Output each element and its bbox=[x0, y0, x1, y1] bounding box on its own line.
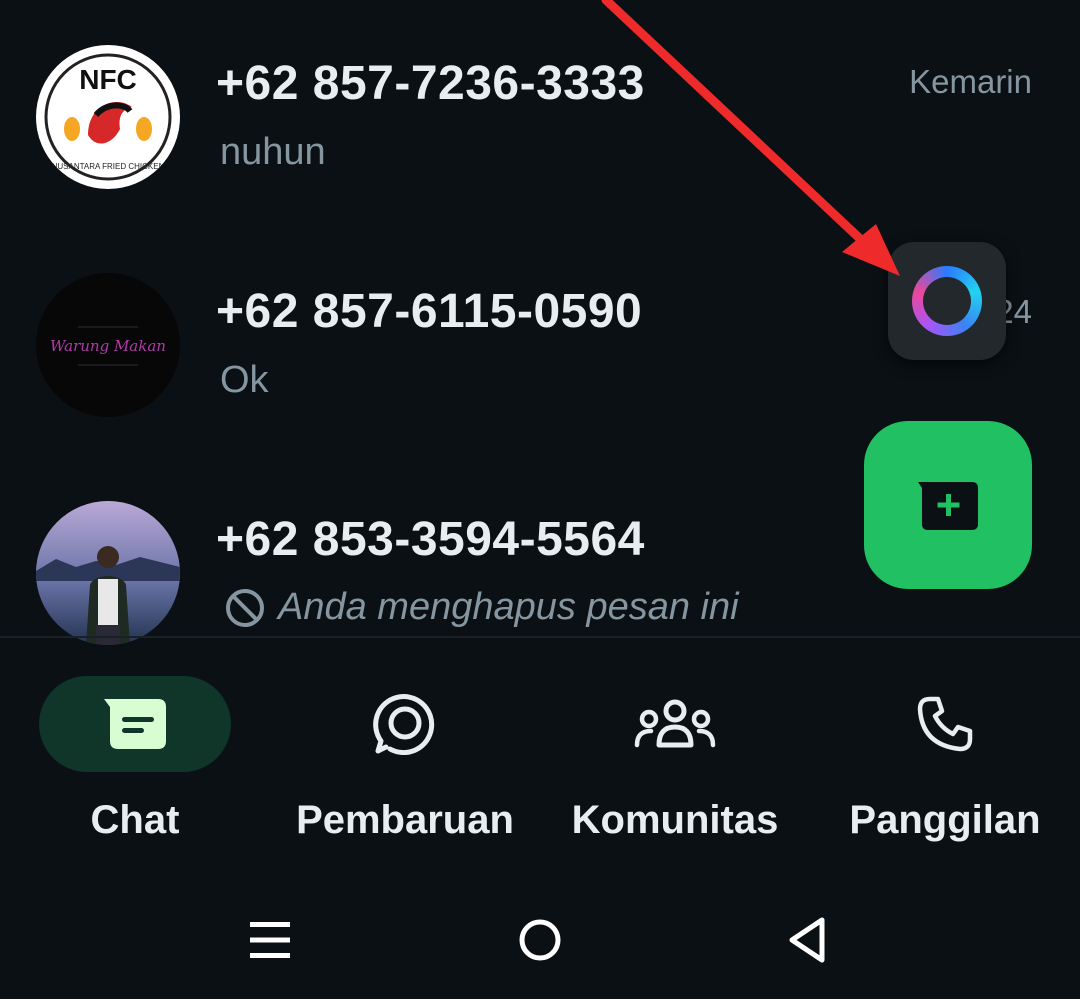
warung-logo-icon: Warung Makan bbox=[36, 273, 180, 417]
avatar[interactable]: Warung Makan bbox=[36, 273, 180, 417]
avatar[interactable] bbox=[36, 501, 180, 645]
nav-item-updates[interactable]: Pembaruan bbox=[270, 676, 540, 843]
chat-row[interactable]: NFC NUSANTARA FRIED CHICKEN +62 857-7236… bbox=[0, 0, 1080, 228]
blocked-icon bbox=[226, 588, 264, 627]
avatar-logo-text: NFC bbox=[79, 64, 137, 95]
nav-item-communities[interactable]: Komunitas bbox=[540, 676, 810, 843]
home-button[interactable] bbox=[506, 906, 574, 974]
nav-item-chat[interactable]: Chat bbox=[0, 676, 270, 843]
back-button[interactable] bbox=[774, 906, 842, 974]
avatar[interactable]: NFC NUSANTARA FRIED CHICKEN bbox=[36, 45, 180, 189]
avatar-logo-subtext: NUSANTARA FRIED CHICKEN bbox=[52, 162, 165, 171]
meta-ai-button[interactable] bbox=[888, 242, 1006, 360]
home-circle-icon bbox=[519, 919, 561, 961]
chat-preview: nuhun bbox=[220, 131, 326, 173]
nav-icon-wrap bbox=[309, 676, 501, 772]
chat-name: +62 857-7236-3333 bbox=[216, 57, 645, 110]
nav-item-calls[interactable]: Panggilan bbox=[810, 676, 1080, 843]
whatsapp-chat-list-screen: NFC NUSANTARA FRIED CHICKEN +62 857-7236… bbox=[0, 0, 1080, 999]
chat-time: Kemarin bbox=[909, 63, 1032, 100]
menu-icon bbox=[250, 922, 290, 958]
nfc-logo-icon: NFC NUSANTARA FRIED CHICKEN bbox=[38, 47, 178, 187]
nav-label: Chat bbox=[90, 798, 180, 842]
chat-preview: Ok bbox=[220, 359, 269, 401]
nav-label: Komunitas bbox=[571, 798, 779, 842]
meta-ai-ring-icon bbox=[912, 266, 982, 336]
chat-preview-text: Anda menghapus pesan ini bbox=[278, 586, 739, 628]
updates-icon bbox=[373, 694, 435, 755]
phone-icon bbox=[917, 696, 973, 752]
new-chat-icon bbox=[918, 482, 978, 530]
communities-icon bbox=[634, 699, 716, 748]
deleted-message-preview: Anda menghapus pesan ini bbox=[224, 586, 739, 629]
profile-photo-icon bbox=[36, 501, 180, 645]
back-triangle-icon bbox=[789, 917, 825, 963]
nav-label: Panggilan bbox=[849, 798, 1041, 842]
new-chat-button[interactable] bbox=[864, 421, 1032, 589]
chat-icon bbox=[104, 699, 166, 749]
bottom-nav-divider bbox=[0, 636, 1080, 638]
nav-icon-wrap bbox=[579, 676, 771, 772]
chat-name: +62 857-6115-0590 bbox=[216, 285, 643, 338]
avatar-logo-text: Warung Makan bbox=[50, 337, 166, 355]
nav-icon-wrap bbox=[849, 676, 1041, 772]
recent-apps-button[interactable] bbox=[236, 906, 304, 974]
nav-active-pill bbox=[39, 676, 231, 772]
nav-label: Pembaruan bbox=[296, 798, 514, 842]
chat-name: +62 853-3594-5564 bbox=[216, 513, 645, 566]
